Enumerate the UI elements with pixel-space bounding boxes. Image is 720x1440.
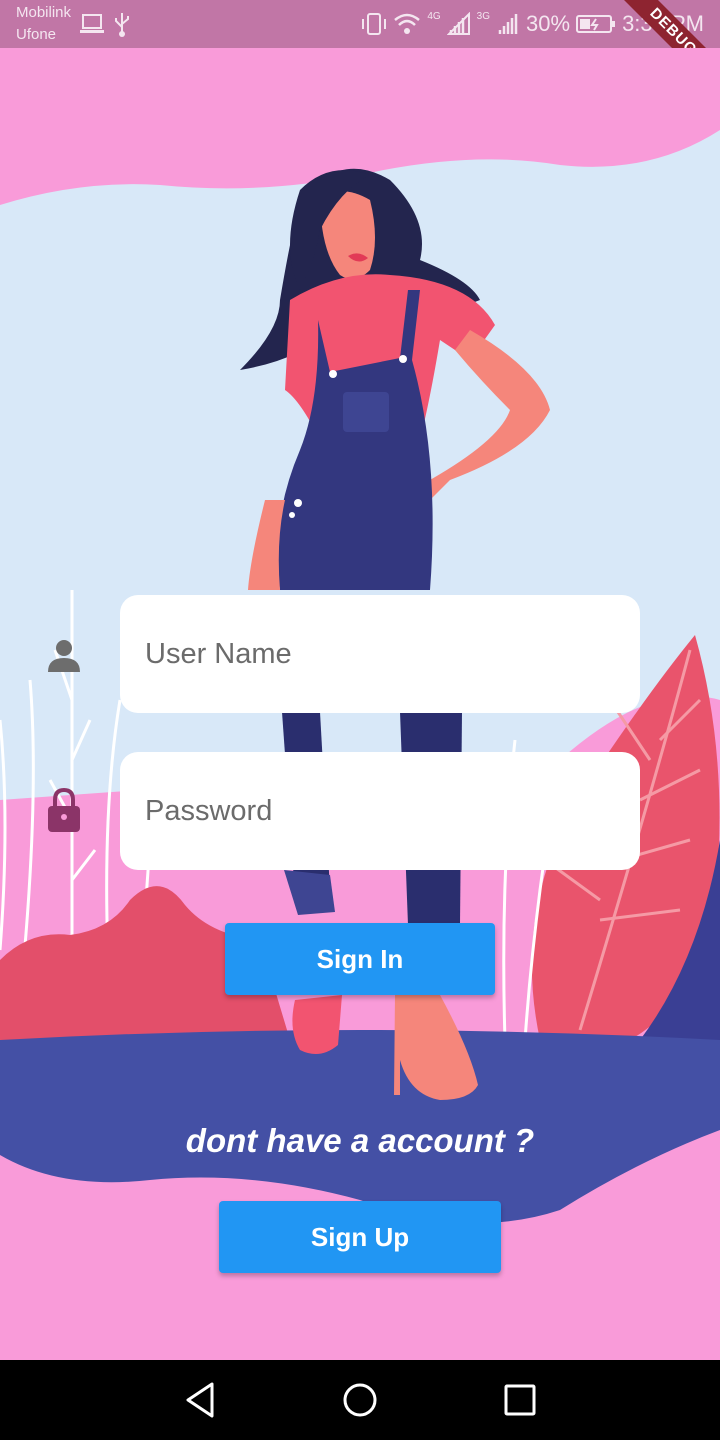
sign-in-button[interactable]: Sign In: [225, 923, 495, 995]
home-circle-icon[interactable]: [340, 1380, 380, 1420]
wifi-icon: [394, 13, 421, 34]
no-account-text: dont have a account ?: [185, 1122, 535, 1159]
signal-icon-2: [498, 14, 518, 34]
lock-icon: [48, 787, 80, 832]
network-label-1: 4G: [427, 10, 441, 22]
password-placeholder: Password: [145, 795, 273, 827]
recent-square-icon[interactable]: [500, 1380, 540, 1420]
password-input[interactable]: Password: [120, 752, 640, 870]
username-input[interactable]: User Name: [120, 595, 640, 713]
carrier-primary: Mobilink: [16, 4, 72, 21]
sign-up-button[interactable]: Sign Up: [219, 1201, 501, 1273]
carrier-secondary: Ufone: [16, 26, 57, 43]
usb-icon: [115, 13, 129, 37]
vibrate-icon: [362, 13, 387, 35]
signal-icon: [446, 12, 470, 35]
person-icon: [48, 640, 80, 672]
battery-percent: 30%: [526, 11, 571, 36]
battery-icon: [576, 15, 616, 33]
laptop-icon: [80, 14, 104, 33]
back-triangle-icon[interactable]: [180, 1380, 220, 1420]
network-label-2: 3G: [476, 10, 491, 22]
username-placeholder: User Name: [145, 638, 292, 670]
